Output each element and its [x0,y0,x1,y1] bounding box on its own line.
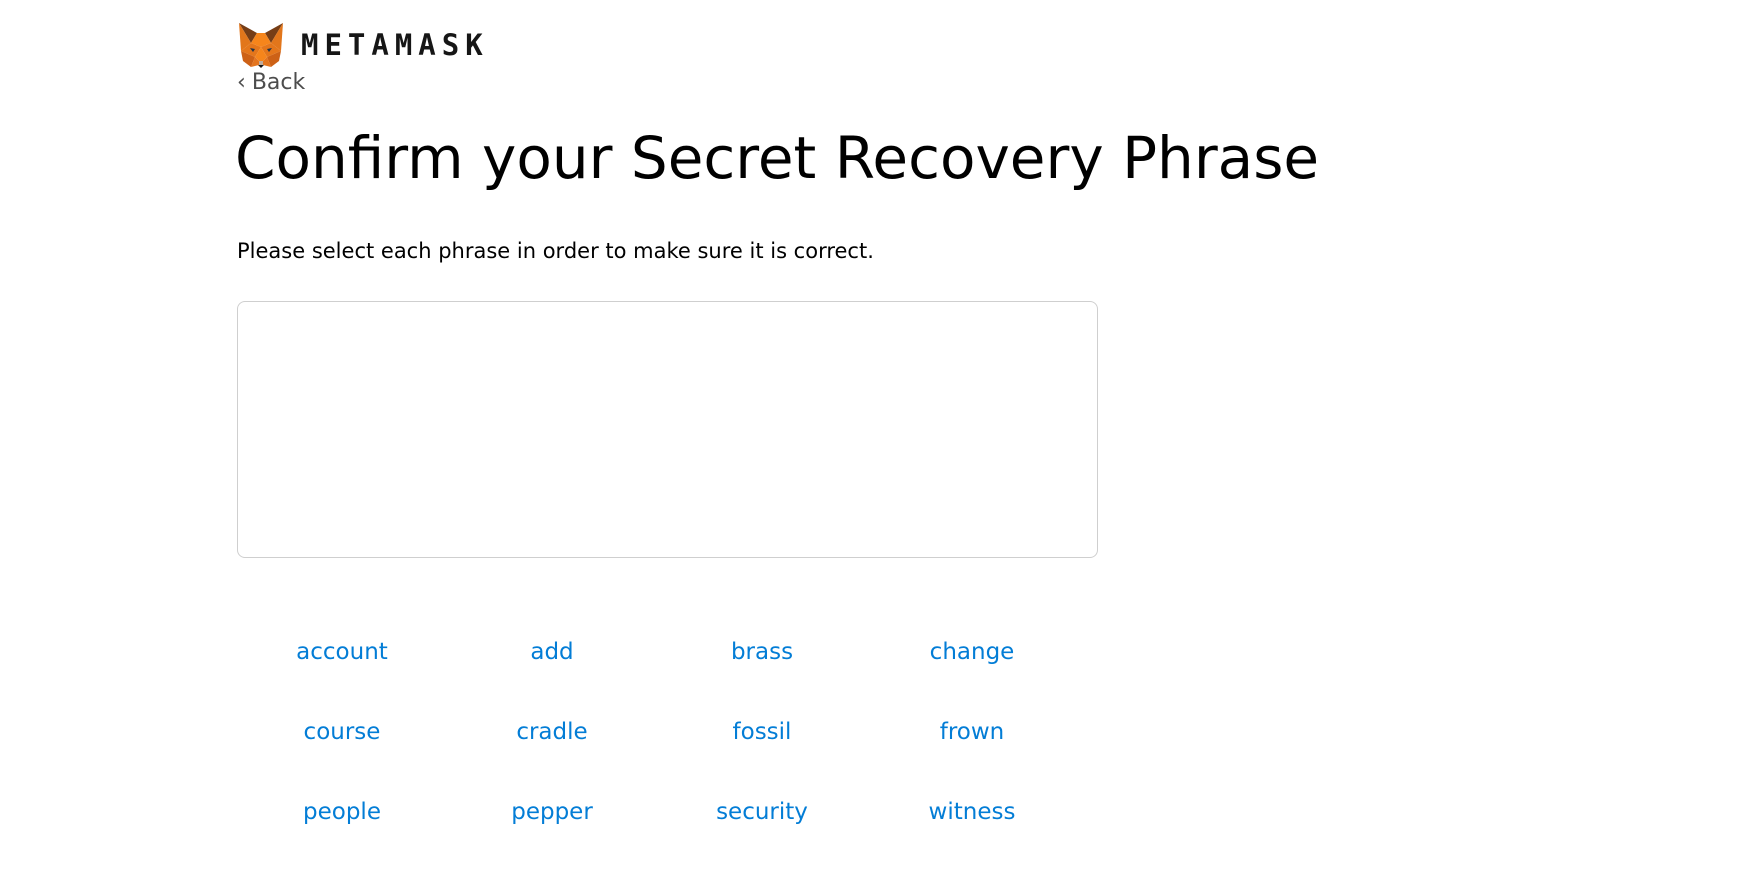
word-option[interactable]: people [237,775,447,855]
confirm-recovery-phrase-page: METAMASK ‹ Back Confirm your Secret Recov… [0,0,1743,877]
metamask-fox-icon [239,23,283,68]
word-option[interactable]: cradle [447,695,657,775]
word-option[interactable]: course [237,695,447,775]
page-instructions: Please select each phrase in order to ma… [237,239,874,263]
app-header: METAMASK [237,21,489,69]
word-option[interactable]: pepper [447,775,657,855]
word-option[interactable]: witness [867,775,1077,855]
word-option[interactable]: add [447,615,657,695]
selected-phrase-area[interactable] [237,301,1098,558]
word-option[interactable]: brass [657,615,867,695]
back-button[interactable]: ‹ Back [237,68,305,98]
word-option[interactable]: frown [867,695,1077,775]
page-title: Confirm your Secret Recovery Phrase [235,124,1320,192]
word-option[interactable]: security [657,775,867,855]
chevron-left-icon: ‹ [237,70,246,95]
word-option[interactable]: change [867,615,1077,695]
word-option[interactable]: account [237,615,447,695]
metamask-wordmark: METAMASK [301,28,489,62]
word-option[interactable]: fossil [657,695,867,775]
word-options-grid: account add brass change course cradle f… [237,615,1077,855]
back-label: Back [251,70,306,95]
